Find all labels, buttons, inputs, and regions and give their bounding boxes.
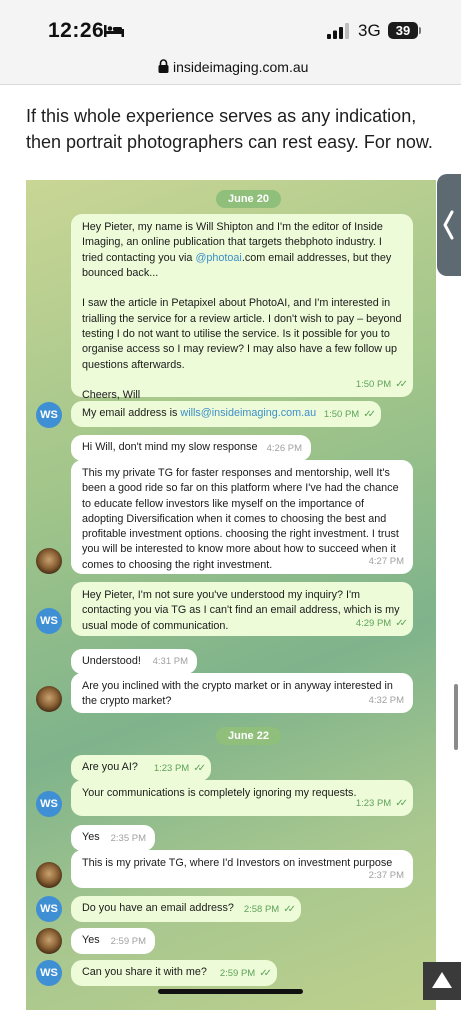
avatar-pieter[interactable] (36, 862, 62, 888)
url-text[interactable]: insideimaging.com.au (173, 59, 308, 75)
message-meta: 1:23 PM ✓✓ (153, 761, 206, 776)
message-text: This is my private TG, where I'd Investo… (82, 857, 393, 869)
message-link[interactable]: @photoai (195, 252, 241, 264)
message-time: 2:37 PM (368, 869, 404, 881)
message-time: 1:23 PM (153, 762, 190, 774)
network-type: 3G (358, 21, 381, 40)
status-time: 12:26 (48, 19, 105, 42)
date-separator: June 22 (216, 727, 281, 745)
message-bubble-outgoing: Your communications is completely ignori… (71, 780, 413, 816)
message-text: Your communications is completely ignori… (82, 787, 357, 799)
date-separator: June 20 (216, 190, 281, 208)
message-text: Yes (82, 831, 100, 843)
message-time: 2:35 PM (110, 832, 146, 844)
message-text: Understood! (82, 655, 141, 667)
chevron-left-icon[interactable] (441, 208, 457, 242)
message-time: 2:59 PM (110, 935, 146, 947)
message-time: 1:23 PM (355, 797, 392, 809)
bed-icon (104, 25, 124, 37)
message-text: Do you have an email address? (82, 902, 234, 914)
message-bubble-incoming: This is my private TG, where I'd Investo… (71, 850, 413, 888)
read-check-icon: ✓✓ (259, 967, 272, 979)
read-check-icon: ✓✓ (395, 378, 408, 390)
message-text: Are you AI? (82, 761, 138, 773)
status-bar: 12:26 3G 39 (0, 0, 461, 50)
avatar-pieter[interactable] (36, 928, 62, 954)
avatar-ws[interactable]: WS (36, 402, 62, 428)
message-text: This my private TG for faster responses … (82, 467, 402, 571)
message-text: Hi Will, don't mind my slow response (82, 441, 258, 453)
message-text: Hey Pieter, I'm not sure you've understo… (82, 589, 403, 632)
message-text: Yes (82, 934, 100, 946)
avatar-ws[interactable]: WS (36, 960, 62, 986)
arrow-up-icon[interactable] (431, 970, 453, 990)
avatar-pieter[interactable] (36, 548, 62, 574)
message-text: My email address is (82, 407, 181, 419)
home-indicator[interactable] (158, 989, 303, 994)
read-check-icon: ✓✓ (363, 408, 376, 420)
message-meta: 2:58 PM ✓✓ (243, 902, 296, 917)
message-time: 4:32 PM (368, 694, 404, 706)
message-time: 4:29 PM (355, 617, 392, 629)
message-bubble-outgoing: Do you have an email address? 2:58 PM ✓✓ (71, 896, 301, 922)
message-bubble-outgoing: Can you share it with me? 2:59 PM ✓✓ (71, 960, 277, 986)
message-meta: 1:50 PM ✓✓ (355, 377, 408, 392)
message-bubble-outgoing: Are you AI? 1:23 PM ✓✓ (71, 755, 211, 781)
article-paragraph: If this whole experience serves as any i… (26, 106, 433, 152)
read-check-icon: ✓✓ (395, 797, 408, 809)
message-time: 2:58 PM (243, 903, 280, 915)
message-meta: 4:29 PM ✓✓ (355, 616, 408, 631)
message-bubble-outgoing: Hey Pieter, my name is Will Shipton and … (71, 214, 413, 401)
scrollbar-thumb[interactable] (454, 684, 458, 750)
message-bubble-incoming: This my private TG for faster responses … (71, 460, 413, 574)
address-bar[interactable]: insideimaging.com.au (0, 50, 461, 85)
message-bubble-outgoing: Hey Pieter, I'm not sure you've understo… (71, 582, 413, 636)
message-meta: 2:59 PM ✓✓ (219, 966, 272, 981)
read-check-icon: ✓✓ (283, 903, 296, 915)
lock-icon (158, 59, 169, 73)
message-time: 2:59 PM (219, 967, 256, 979)
avatar-ws[interactable]: WS (36, 791, 62, 817)
message-time: 4:27 PM (368, 555, 404, 567)
message-text: Are you inclined with the crypto market … (82, 680, 396, 708)
email-link[interactable]: wills@insideimaging.com.au (180, 407, 316, 419)
read-check-icon: ✓✓ (395, 617, 408, 629)
chat-screenshot: June 20 Hey Pieter, my name is Will Ship… (26, 180, 436, 1010)
message-meta: 1:50 PM ✓✓ (323, 407, 376, 422)
signal-icon (327, 23, 349, 39)
message-time: 4:31 PM (152, 655, 188, 667)
message-time: 4:26 PM (266, 442, 302, 454)
message-bubble-incoming: Yes 2:35 PM (71, 825, 155, 851)
message-bubble-incoming: Hi Will, don't mind my slow response 4:26… (71, 435, 311, 461)
message-bubble-outgoing: My email address is wills@insideimaging.… (71, 401, 381, 427)
avatar-ws[interactable]: WS (36, 608, 62, 634)
message-time: 1:50 PM (355, 378, 392, 390)
message-bubble-incoming: Yes 2:59 PM (71, 928, 155, 954)
message-bubble-incoming: Understood! 4:31 PM (71, 649, 197, 674)
message-text: Can you share it with me? (82, 966, 207, 978)
read-check-icon: ✓✓ (193, 762, 206, 774)
battery-cap (419, 27, 421, 34)
battery-indicator: 39 (388, 22, 418, 39)
avatar-pieter[interactable] (36, 686, 62, 712)
message-time: 1:50 PM (323, 408, 360, 420)
message-bubble-incoming: Are you inclined with the crypto market … (71, 673, 413, 713)
avatar-ws[interactable]: WS (36, 896, 62, 922)
message-meta: 1:23 PM ✓✓ (355, 796, 408, 811)
